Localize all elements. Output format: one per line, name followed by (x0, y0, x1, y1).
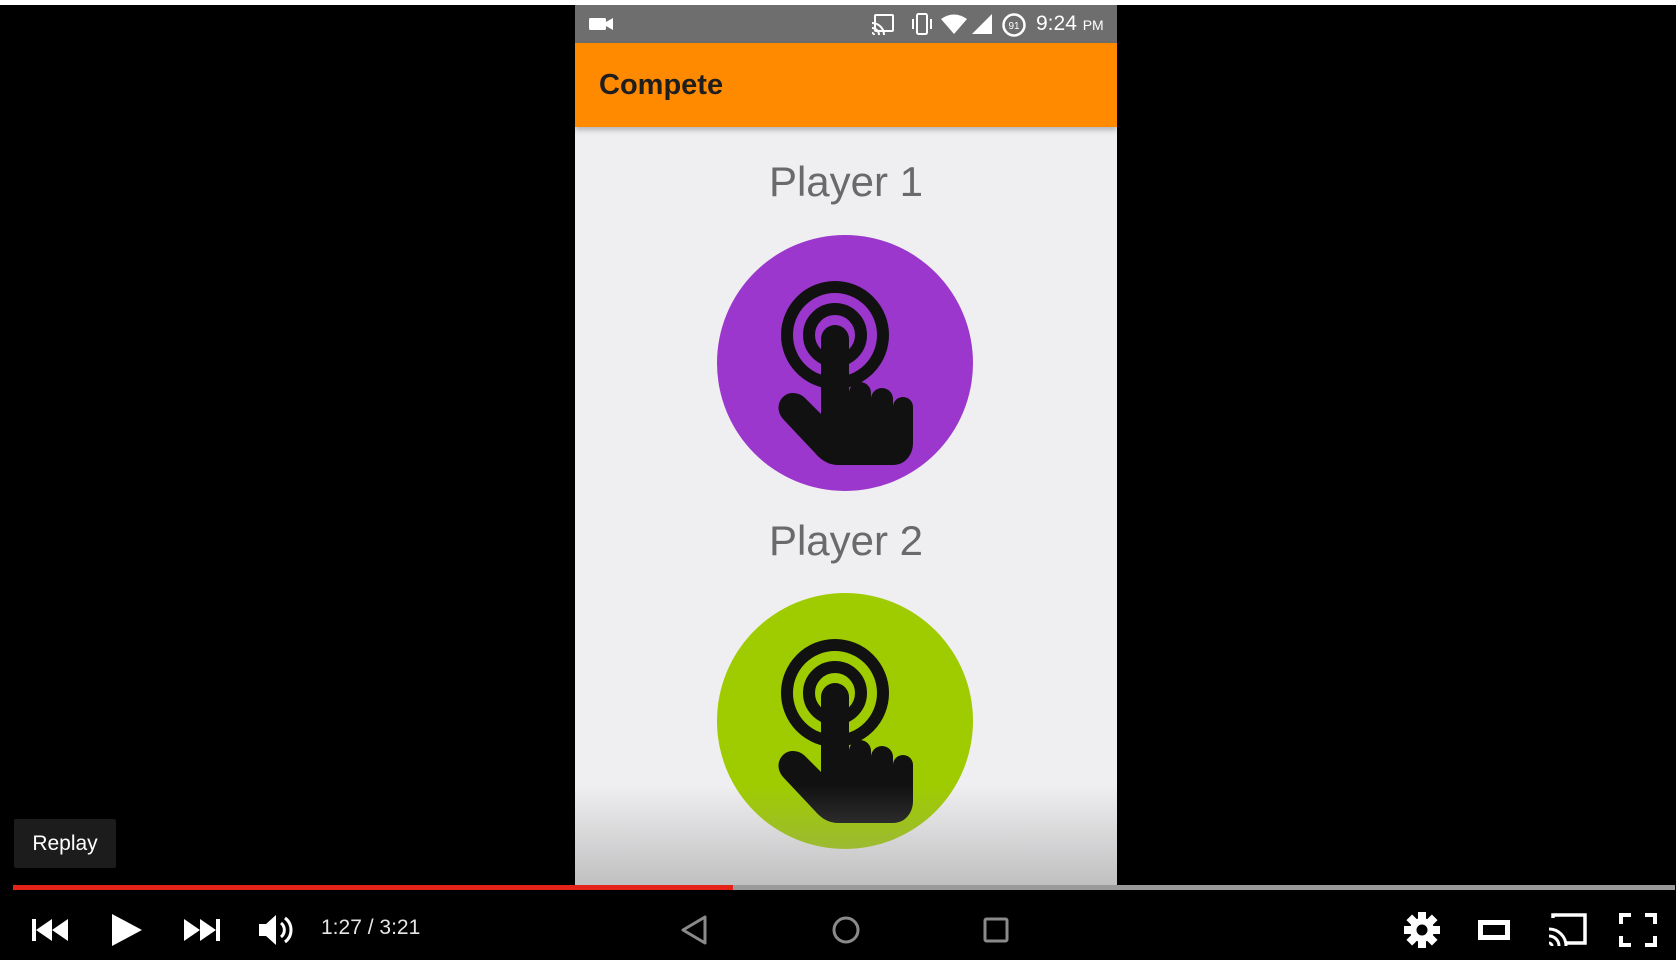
progress-bar[interactable] (13, 885, 1675, 890)
cast-icon[interactable] (1546, 912, 1588, 948)
app-bar: Compete (575, 43, 1117, 127)
previous-icon[interactable] (30, 915, 70, 945)
play-icon[interactable] (108, 911, 144, 949)
status-time: 9:24 PM (1036, 12, 1104, 35)
fullscreen-icon[interactable] (1618, 912, 1658, 948)
phone-screen: 91 9:24 PM Compete Player 1 Player 2 (575, 5, 1117, 890)
player-1-tap-button[interactable] (717, 235, 973, 491)
svg-text:91: 91 (1008, 21, 1020, 32)
player-1-label: Player 1 (768, 158, 924, 205)
settings-icon[interactable] (1402, 910, 1442, 950)
home-nav-icon[interactable] (830, 914, 862, 946)
theater-mode-icon[interactable] (1476, 916, 1512, 944)
player-2-label: Player 2 (768, 517, 924, 564)
back-nav-icon[interactable] (679, 914, 709, 946)
current-time: 1:27 (321, 916, 362, 939)
vibrate-icon (912, 13, 932, 35)
signal-icon (972, 14, 992, 34)
time-display: 1:27 / 3:21 (321, 916, 421, 939)
duration: 3:21 (379, 916, 421, 939)
cast-icon (871, 14, 894, 35)
volume-icon[interactable] (256, 910, 296, 950)
status-bar: 91 9:24 PM (575, 5, 1117, 43)
tap-hand-icon (778, 281, 913, 465)
recents-nav-icon[interactable] (980, 914, 1012, 946)
next-icon[interactable] (182, 915, 222, 945)
video-camera-icon (589, 18, 613, 30)
app-title: Compete (599, 69, 724, 101)
progress-played (13, 885, 733, 890)
player-2-tap-button[interactable] (717, 593, 973, 849)
tap-hand-icon (778, 639, 913, 823)
battery-icon: 91 (1002, 13, 1026, 37)
replay-tooltip: Replay (14, 819, 116, 868)
wifi-icon (941, 14, 967, 34)
